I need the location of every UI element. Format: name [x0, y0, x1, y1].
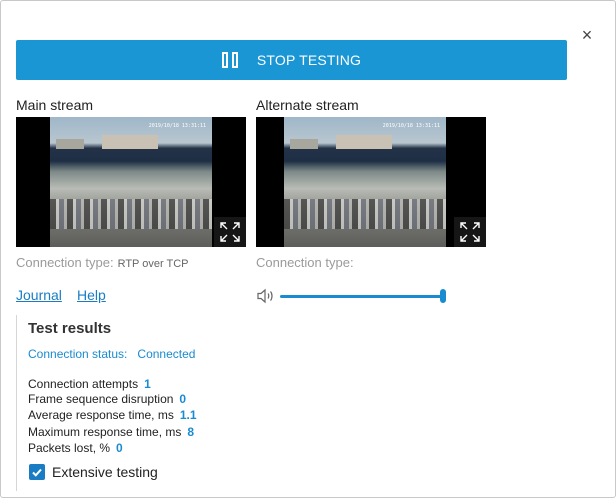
checkbox-checked-icon[interactable]: [29, 464, 45, 480]
stat-row: Packets lost, % 0: [28, 441, 123, 455]
volume-thumb[interactable]: [440, 289, 446, 303]
stat-label: Connection attempts: [28, 377, 139, 391]
stat-value: 8: [187, 425, 195, 439]
alternate-connection-type: Connection type:: [256, 255, 358, 270]
connection-type-label: Connection type:: [16, 255, 114, 270]
extensive-testing-checkbox[interactable]: Extensive testing: [29, 464, 158, 480]
connection-type-value: RTP over TCP: [117, 258, 189, 270]
video-timestamp: 2019/10/18 13:31:11: [148, 123, 206, 129]
stat-label: Average response time, ms: [28, 408, 174, 422]
help-link[interactable]: Help: [77, 287, 106, 303]
stat-value: 0: [116, 441, 123, 455]
stat-label: Maximum response time, ms: [28, 425, 182, 439]
test-results-title: Test results: [28, 320, 112, 337]
alternate-stream-video[interactable]: 2019/10/18 13:31:11: [256, 117, 486, 247]
connection-status-label: Connection status:: [28, 347, 128, 361]
stat-label: Frame sequence disruption: [28, 392, 174, 406]
extensive-testing-label: Extensive testing: [52, 464, 158, 480]
camera-frame: 2019/10/18 13:31:11: [50, 117, 212, 247]
close-icon[interactable]: ×: [577, 25, 597, 45]
connection-status: Connection status: Connected: [28, 347, 195, 361]
alternate-stream-title: Alternate stream: [256, 97, 359, 113]
main-connection-type: Connection type: RTP over TCP: [16, 255, 189, 270]
stop-testing-label: STOP TESTING: [256, 52, 362, 68]
expand-icon[interactable]: [454, 217, 486, 247]
volume-slider[interactable]: [280, 289, 447, 303]
journal-link[interactable]: Journal: [16, 287, 62, 303]
stat-value: 1.1: [179, 408, 197, 422]
camera-frame: 2019/10/18 13:31:11: [284, 117, 446, 247]
connection-type-label: Connection type:: [256, 255, 354, 270]
main-stream-video[interactable]: 2019/10/18 13:31:11: [16, 117, 246, 247]
stat-row: Maximum response time, ms 8: [28, 425, 194, 439]
video-timestamp: 2019/10/18 13:31:11: [382, 123, 440, 129]
stat-value: 1: [144, 377, 151, 391]
speaker-icon[interactable]: [257, 288, 275, 304]
stat-row: Connection attempts 1: [28, 377, 151, 391]
stat-row: Average response time, ms 1.1: [28, 408, 197, 422]
stat-row: Frame sequence disruption 0: [28, 392, 186, 406]
main-stream-title: Main stream: [16, 97, 94, 113]
stat-value: 0: [179, 392, 187, 406]
pause-icon: [221, 52, 238, 68]
volume-track: [280, 295, 442, 298]
stop-testing-button[interactable]: STOP TESTING: [16, 40, 567, 80]
connection-status-value: Connected: [137, 347, 196, 361]
results-divider: [16, 315, 17, 491]
expand-icon[interactable]: [214, 217, 246, 247]
test-dialog: × STOP TESTING Main stream 2019/10/18 13…: [0, 0, 616, 498]
stat-label: Packets lost, %: [28, 441, 111, 455]
